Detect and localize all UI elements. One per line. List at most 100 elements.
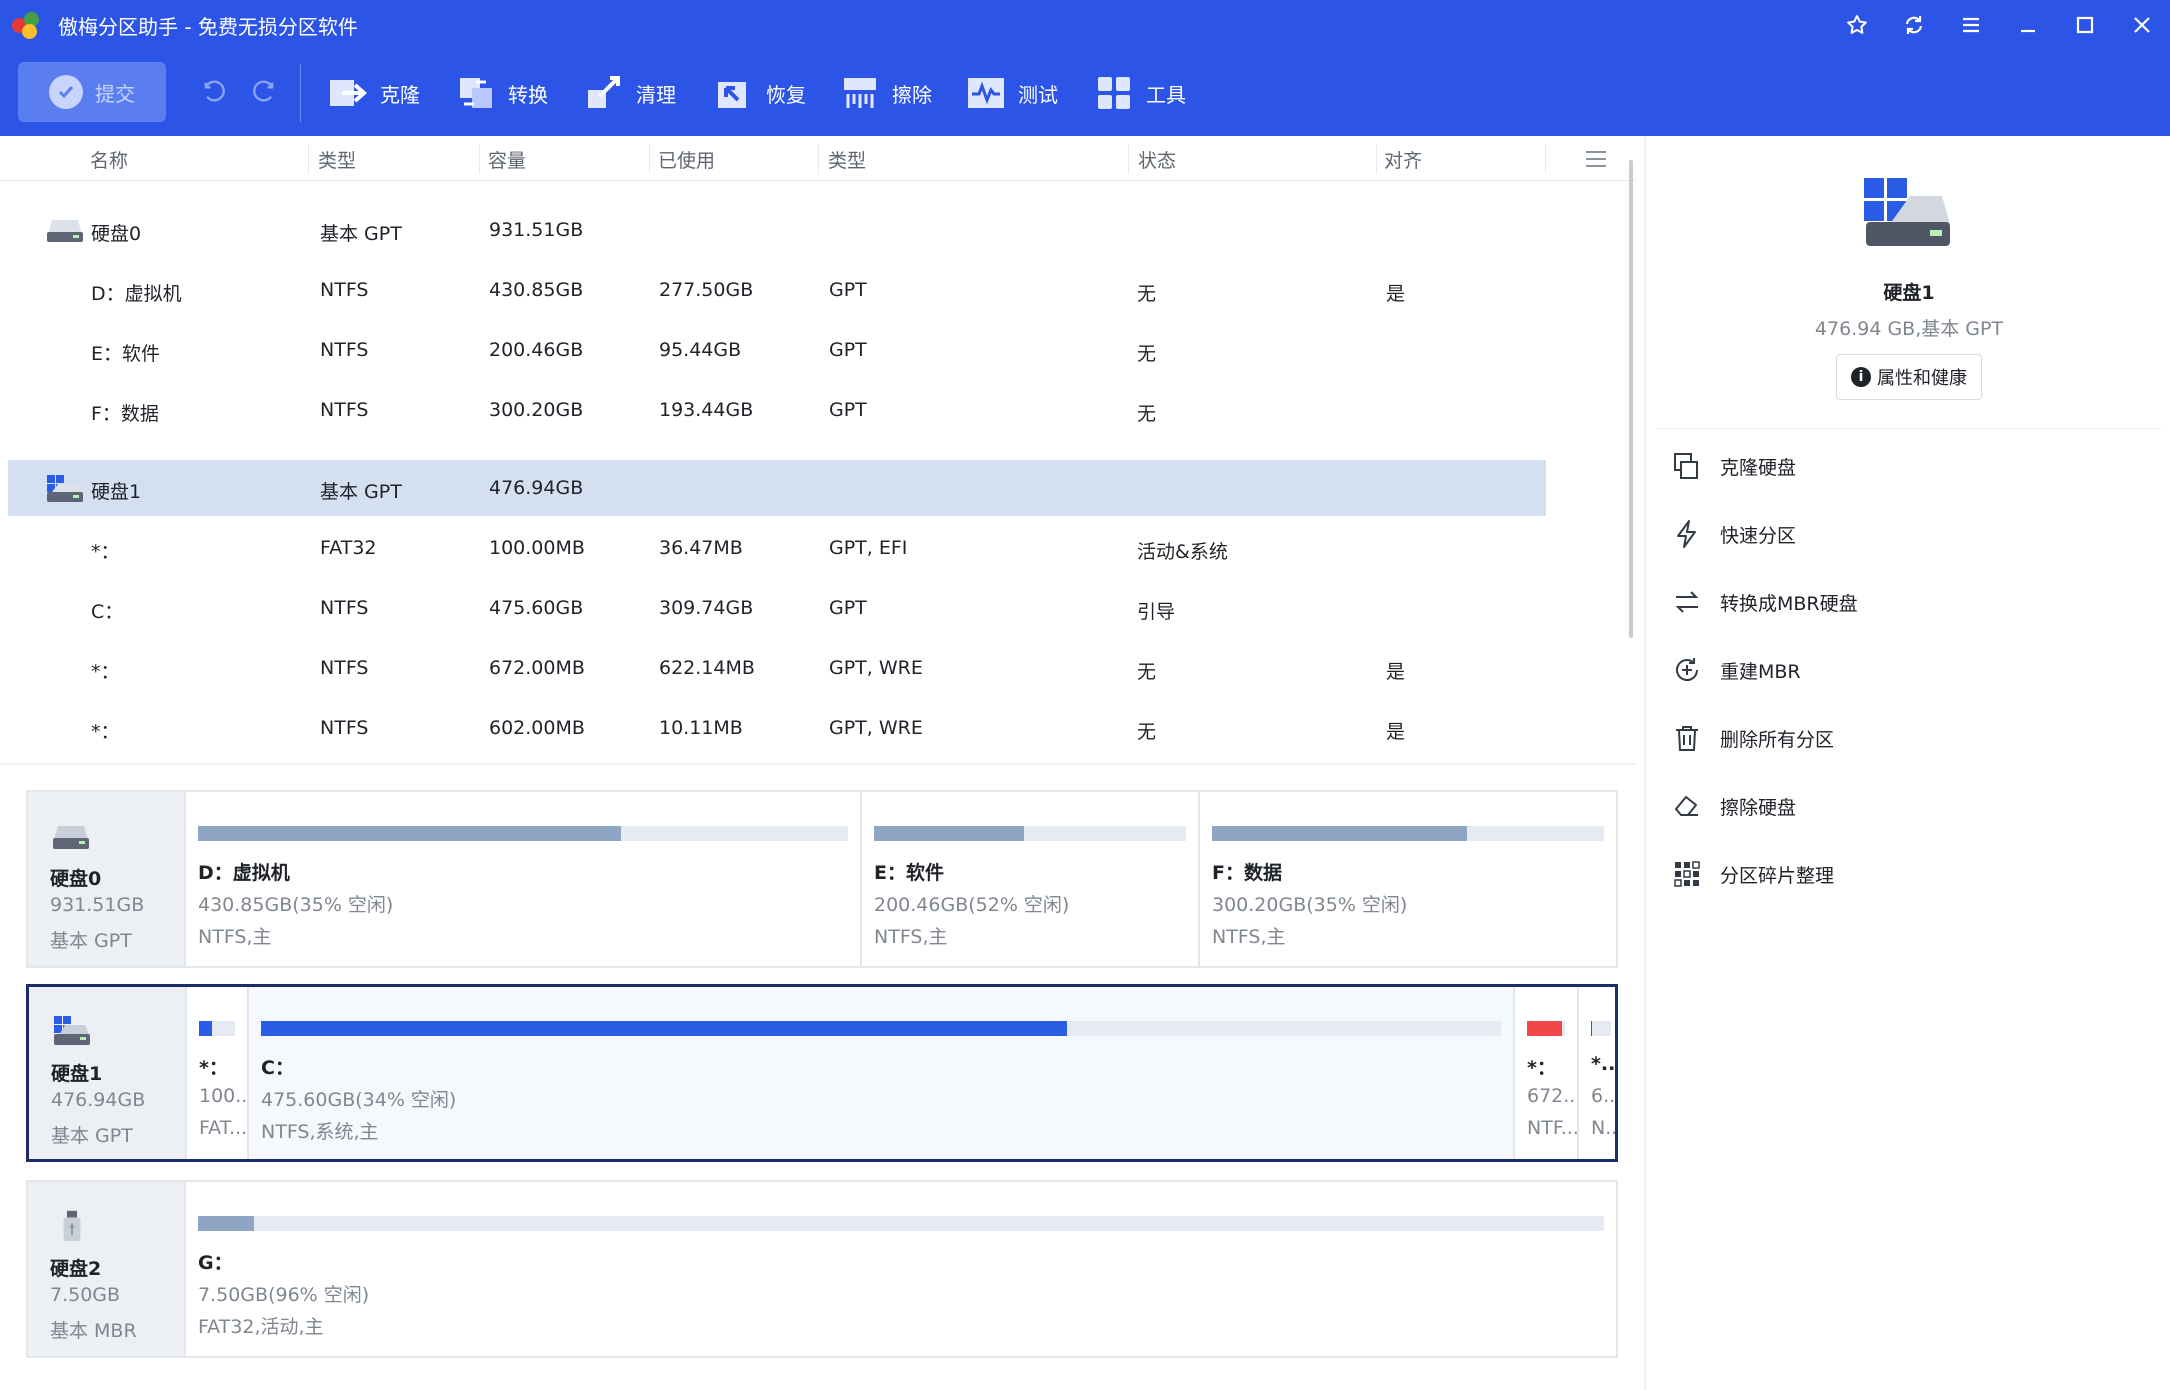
partition-block[interactable]: D：虚拟机 430.85GB(35% 空闲) NTFS,主	[184, 792, 860, 966]
selected-disk-info: 476.94 GB,基本 GPT	[1814, 318, 2004, 340]
usage-bar	[198, 1216, 1604, 1231]
convert-icon	[460, 78, 492, 108]
partition-name: E：软件	[874, 862, 944, 884]
wipe-button[interactable]: 擦除	[840, 72, 932, 114]
row-name: *：	[91, 661, 120, 683]
commit-label: 提交	[95, 81, 135, 106]
partition-fs: N...	[1591, 1117, 1615, 1139]
partition-block[interactable]: G： 7.50GB(96% 空闲) FAT32,活动,主	[184, 1182, 1616, 1356]
action-convert-mbr[interactable]: 转换成MBR硬盘	[1672, 582, 1858, 622]
cleanup-icon	[588, 76, 620, 108]
convert-button[interactable]: 转换	[456, 72, 548, 114]
table-row[interactable]: C： NTFS 475.60GB 309.74GB GPT 引导	[8, 580, 1546, 636]
row-capacity: 931.51GB	[489, 219, 584, 241]
row-name: 硬盘1	[91, 481, 142, 503]
partition-size: 100...	[199, 1085, 247, 1107]
partition-fs: FAT32,活动,主	[198, 1316, 324, 1338]
row-partition-type: GPT, WRE	[829, 657, 923, 679]
partition-fs: NTFS,主	[1212, 926, 1286, 948]
system-disk-icon	[54, 1016, 90, 1045]
action-delete-all-partitions[interactable]: 删除所有分区	[1672, 718, 1834, 758]
row-capacity: 475.60GB	[489, 597, 584, 619]
table-row[interactable]: *： FAT32 100.00MB 36.47MB GPT, EFI 活动&系统	[8, 520, 1546, 576]
action-rebuild-mbr[interactable]: 重建MBR	[1672, 650, 1801, 690]
action-label: 转换成MBR硬盘	[1720, 592, 1858, 615]
row-capacity: 672.00MB	[489, 657, 585, 679]
commit-button[interactable]: 提交	[18, 62, 166, 122]
refresh-icon[interactable]	[1885, 0, 1942, 50]
row-type: 基本 GPT	[320, 481, 402, 503]
delete-all-icon	[1676, 726, 1698, 751]
table-row[interactable]: F：数据 NTFS 300.20GB 193.44GB GPT 无	[8, 382, 1546, 438]
action-label: 删除所有分区	[1720, 728, 1835, 751]
row-status: 无	[1137, 403, 1157, 425]
undo-icon[interactable]	[200, 78, 228, 106]
maximize-icon[interactable]	[2056, 0, 2113, 50]
recover-button[interactable]: 恢复	[714, 72, 806, 114]
table-scrollbar[interactable]	[1629, 160, 1633, 638]
test-button[interactable]: 测试	[966, 72, 1058, 114]
partition-name: D：虚拟机	[198, 862, 290, 884]
row-status: 无	[1137, 661, 1157, 683]
partition-size: 430.85GB(35% 空闲)	[198, 894, 394, 916]
partition-block[interactable]: *： 100... FAT...	[185, 987, 247, 1159]
disk-map: 硬盘0 931.51GB 基本 GPT D：虚拟机 430.85GB(35% 空…	[0, 766, 1636, 1390]
usage-bar-fill	[874, 826, 1024, 841]
wipe-disk-icon	[1675, 796, 1698, 816]
action-defrag[interactable]: 分区碎片整理	[1672, 854, 1834, 894]
column-header-partition-type[interactable]: 类型	[828, 146, 866, 173]
table-row[interactable]: *： NTFS 672.00MB 622.14MB GPT, WRE 无 是	[8, 640, 1546, 696]
usage-bar-fill	[1212, 826, 1467, 841]
table-row[interactable]: D：虚拟机 NTFS 430.85GB 277.50GB GPT 无 是	[8, 262, 1546, 318]
clone-button[interactable]: 克隆	[328, 72, 420, 114]
action-clone-disk[interactable]: 克隆硬盘	[1672, 446, 1796, 486]
action-quick-partition[interactable]: 快速分区	[1672, 514, 1796, 554]
column-settings-icon[interactable]	[1584, 149, 1608, 169]
tool-label-tools: 工具	[1146, 82, 1186, 107]
disk-card-disk0[interactable]: 硬盘0 931.51GB 基本 GPT D：虚拟机 430.85GB(35% 空…	[26, 790, 1618, 968]
row-type: FAT32	[320, 537, 377, 559]
usage-bar	[199, 1021, 235, 1036]
tools-button[interactable]: 工具	[1094, 72, 1186, 114]
partition-block[interactable]: F：数据 300.20GB(35% 空闲) NTFS,主	[1198, 792, 1616, 966]
row-name: D：虚拟机	[91, 283, 182, 305]
column-header-align[interactable]: 对齐	[1384, 146, 1422, 173]
menu-icon[interactable]	[1942, 0, 1999, 50]
usage-bar-fill	[198, 1216, 255, 1231]
redo-icon[interactable]	[250, 78, 278, 106]
row-type: NTFS	[320, 279, 369, 301]
quick-partition-icon	[1677, 520, 1696, 548]
column-header-status[interactable]: 状态	[1138, 146, 1176, 173]
table-row-disk0[interactable]: 硬盘0 基本 GPT 931.51GB	[8, 202, 1546, 258]
test-icon	[968, 78, 1004, 108]
tool-label-recover: 恢复	[766, 82, 806, 107]
minimize-icon[interactable]	[1999, 0, 2056, 50]
table-row-disk1[interactable]: 硬盘1 基本 GPT 476.94GB	[8, 460, 1546, 516]
row-status: 无	[1137, 343, 1157, 365]
close-icon[interactable]	[2113, 0, 2170, 50]
favorite-star-icon[interactable]	[1828, 0, 1885, 50]
check-icon	[49, 75, 83, 109]
partition-block[interactable]: E：软件 200.46GB(52% 空闲) NTFS,主	[860, 792, 1198, 966]
usage-bar	[1527, 1021, 1565, 1036]
cleanup-button[interactable]: 清理	[584, 72, 676, 114]
disk-size: 7.50GB	[50, 1284, 121, 1306]
column-header-capacity[interactable]: 容量	[488, 146, 526, 173]
partition-block[interactable]: *： 672.... NTF...	[1513, 987, 1577, 1159]
properties-health-button[interactable]: i 属性和健康	[1836, 354, 1982, 400]
row-type: 基本 GPT	[320, 223, 402, 245]
column-header-used[interactable]: 已使用	[658, 146, 715, 173]
row-align: 是	[1386, 661, 1406, 683]
partition-block[interactable]: C： 475.60GB(34% 空闲) NTFS,系统,主	[247, 987, 1513, 1159]
column-header-type[interactable]: 类型	[318, 146, 356, 173]
disk-card-disk2[interactable]: 硬盘2 7.50GB 基本 MBR G： 7.50GB(96% 空闲) FAT3…	[26, 1180, 1618, 1358]
row-partition-type: GPT, WRE	[829, 717, 923, 739]
column-header-name[interactable]: 名称	[90, 146, 128, 173]
partition-block[interactable]: *... 6... N...	[1577, 987, 1615, 1159]
action-wipe-disk[interactable]: 擦除硬盘	[1672, 786, 1796, 826]
table-row[interactable]: E：软件 NTFS 200.46GB 95.44GB GPT 无	[8, 322, 1546, 378]
table-row[interactable]: *： NTFS 602.00MB 10.11MB GPT, WRE 无 是	[8, 700, 1546, 756]
disk-card-disk1[interactable]: 硬盘1 476.94GB 基本 GPT *： 100... FAT... C： …	[26, 984, 1618, 1162]
row-used: 622.14MB	[659, 657, 755, 679]
partition-fs: NTF...	[1527, 1117, 1577, 1139]
